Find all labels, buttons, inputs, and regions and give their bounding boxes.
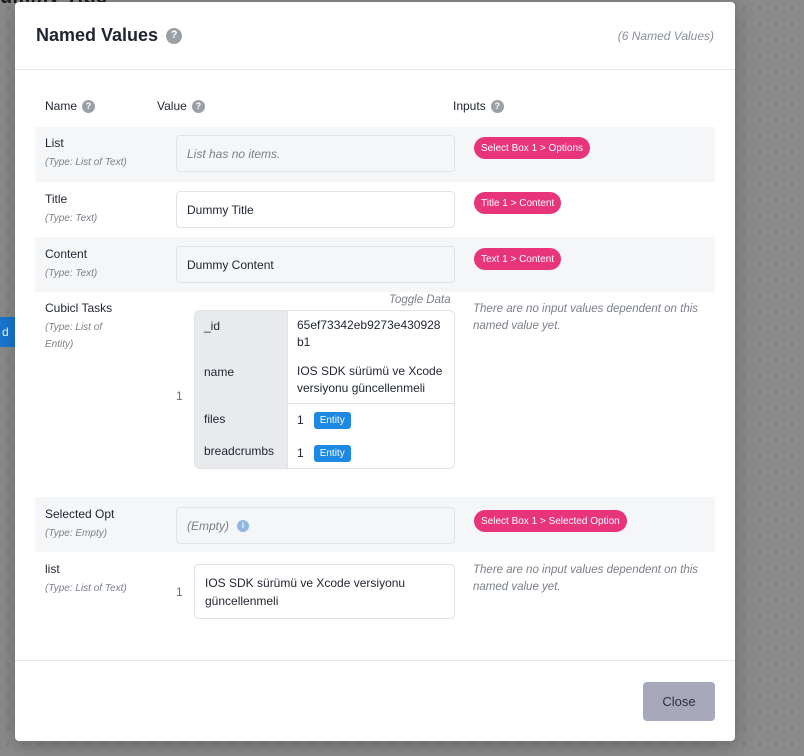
entity-count: 1 [297, 446, 304, 460]
row-type: (Type: List of Text) [45, 157, 127, 168]
value-field[interactable]: (Empty) i [176, 507, 455, 544]
row-type: (Type: Text) [45, 268, 98, 279]
no-input-message: There are no input values dependent on t… [473, 303, 699, 332]
entity-value: IOS SDK sürümü ve Xcode versiyonu güncel… [297, 364, 443, 395]
list-item-value[interactable]: IOS SDK sürümü ve Xcode versiyonu güncel… [194, 564, 455, 619]
entity-value: 65ef73342eb9273e430928b1 [297, 318, 441, 349]
entity-divider [288, 403, 454, 404]
named-values-count: (6 Named Values) [617, 28, 714, 43]
named-value-row-selected-opt: Selected Opt (Type: Empty) (Empty) i Sel… [35, 497, 715, 552]
entity-data-table: _id 65ef73342eb9273e430928b1 name IOS SD… [194, 310, 455, 469]
close-button[interactable]: Close [643, 682, 715, 721]
help-icon[interactable]: ? [191, 99, 205, 113]
column-inputs: Inputs ? [453, 99, 504, 113]
row-type: (Type: Empty) [45, 528, 108, 539]
entity-badge[interactable]: Entity [313, 445, 351, 462]
row-name-cell: Selected Opt (Type: Empty) [45, 507, 114, 542]
table-header: Name ? Value ? Inputs ? [35, 99, 715, 119]
row-name: Cubicl Tasks [45, 301, 113, 315]
row-type: (Type: List of Text) [45, 583, 127, 594]
entity-key: name [204, 365, 235, 379]
row-name-cell: list (Type: List of Text) [45, 562, 127, 597]
input-link-pill[interactable]: Select Box 1 > Options [474, 137, 591, 159]
empty-value: (Empty) [187, 518, 229, 533]
column-value: Value ? [157, 99, 205, 113]
named-value-row-list-lower: list (Type: List of Text) 1 IOS SDK sürü… [35, 552, 715, 632]
named-values-modal: Named Values ? (6 Named Values) Name ? V… [15, 2, 735, 741]
input-link-pill[interactable]: Text 1 > Content [474, 248, 562, 270]
help-icon[interactable]: ? [166, 27, 183, 44]
entity-count: 1 [297, 413, 304, 427]
row-name: list [45, 562, 60, 576]
entity-key: breadcrumbs [204, 444, 275, 458]
row-name-cell: Content (Type: Text) [45, 247, 97, 282]
modal-header: Named Values ? (6 Named Values) [15, 2, 735, 70]
no-input-message: There are no input values dependent on t… [473, 564, 699, 593]
row-name-cell: Cubicl Tasks (Type: List of Entity) [45, 301, 125, 353]
input-link-pill[interactable]: Select Box 1 > Selected Option [474, 510, 627, 532]
input-link-pill[interactable]: Title 1 > Content [474, 192, 562, 214]
named-value-row-cubicl-tasks: Cubicl Tasks (Type: List of Entity) Togg… [35, 292, 715, 497]
value-field[interactable]: Dummy Content [176, 246, 455, 283]
row-name: Selected Opt [45, 507, 115, 521]
named-value-row-content: Content (Type: Text) Dummy Content Text … [35, 237, 715, 292]
entity-files-value: 1 Entity [297, 412, 447, 429]
row-type: (Type: List of Entity) [45, 322, 103, 350]
value-field[interactable]: List has no items. [176, 135, 455, 172]
entity-badge[interactable]: Entity [313, 412, 351, 429]
named-value-row-title: Title (Type: Text) Dummy Title Title 1 >… [35, 182, 715, 237]
row-type: (Type: Text) [45, 213, 98, 224]
help-icon[interactable]: ? [490, 99, 504, 113]
named-value-row-list: List (Type: List of Text) List has no it… [35, 127, 715, 182]
help-icon[interactable]: ? [82, 99, 96, 113]
row-name: List [45, 136, 64, 150]
column-name: Name ? [45, 99, 96, 113]
column-value-label: Value [157, 99, 187, 113]
list-index: 1 [176, 389, 183, 403]
row-name-cell: Title (Type: Text) [45, 192, 97, 227]
entity-key: files [204, 412, 226, 426]
modal-title-group: Named Values ? [36, 25, 183, 46]
entity-breadcrumbs-value: 1 Entity [297, 445, 447, 462]
modal-footer: Close [15, 660, 735, 741]
info-icon[interactable]: i [237, 519, 249, 532]
toggle-data-link[interactable]: Toggle Data [389, 294, 451, 306]
column-inputs-label: Inputs [453, 99, 486, 113]
list-index: 1 [176, 585, 183, 599]
row-name-cell: List (Type: List of Text) [45, 136, 127, 171]
value-field[interactable]: Dummy Title [176, 191, 455, 228]
row-name: Content [45, 247, 88, 261]
modal-title: Named Values [36, 25, 159, 45]
row-name: Title [45, 192, 68, 206]
entity-key: _id [204, 319, 221, 333]
column-name-label: Name [45, 99, 78, 113]
